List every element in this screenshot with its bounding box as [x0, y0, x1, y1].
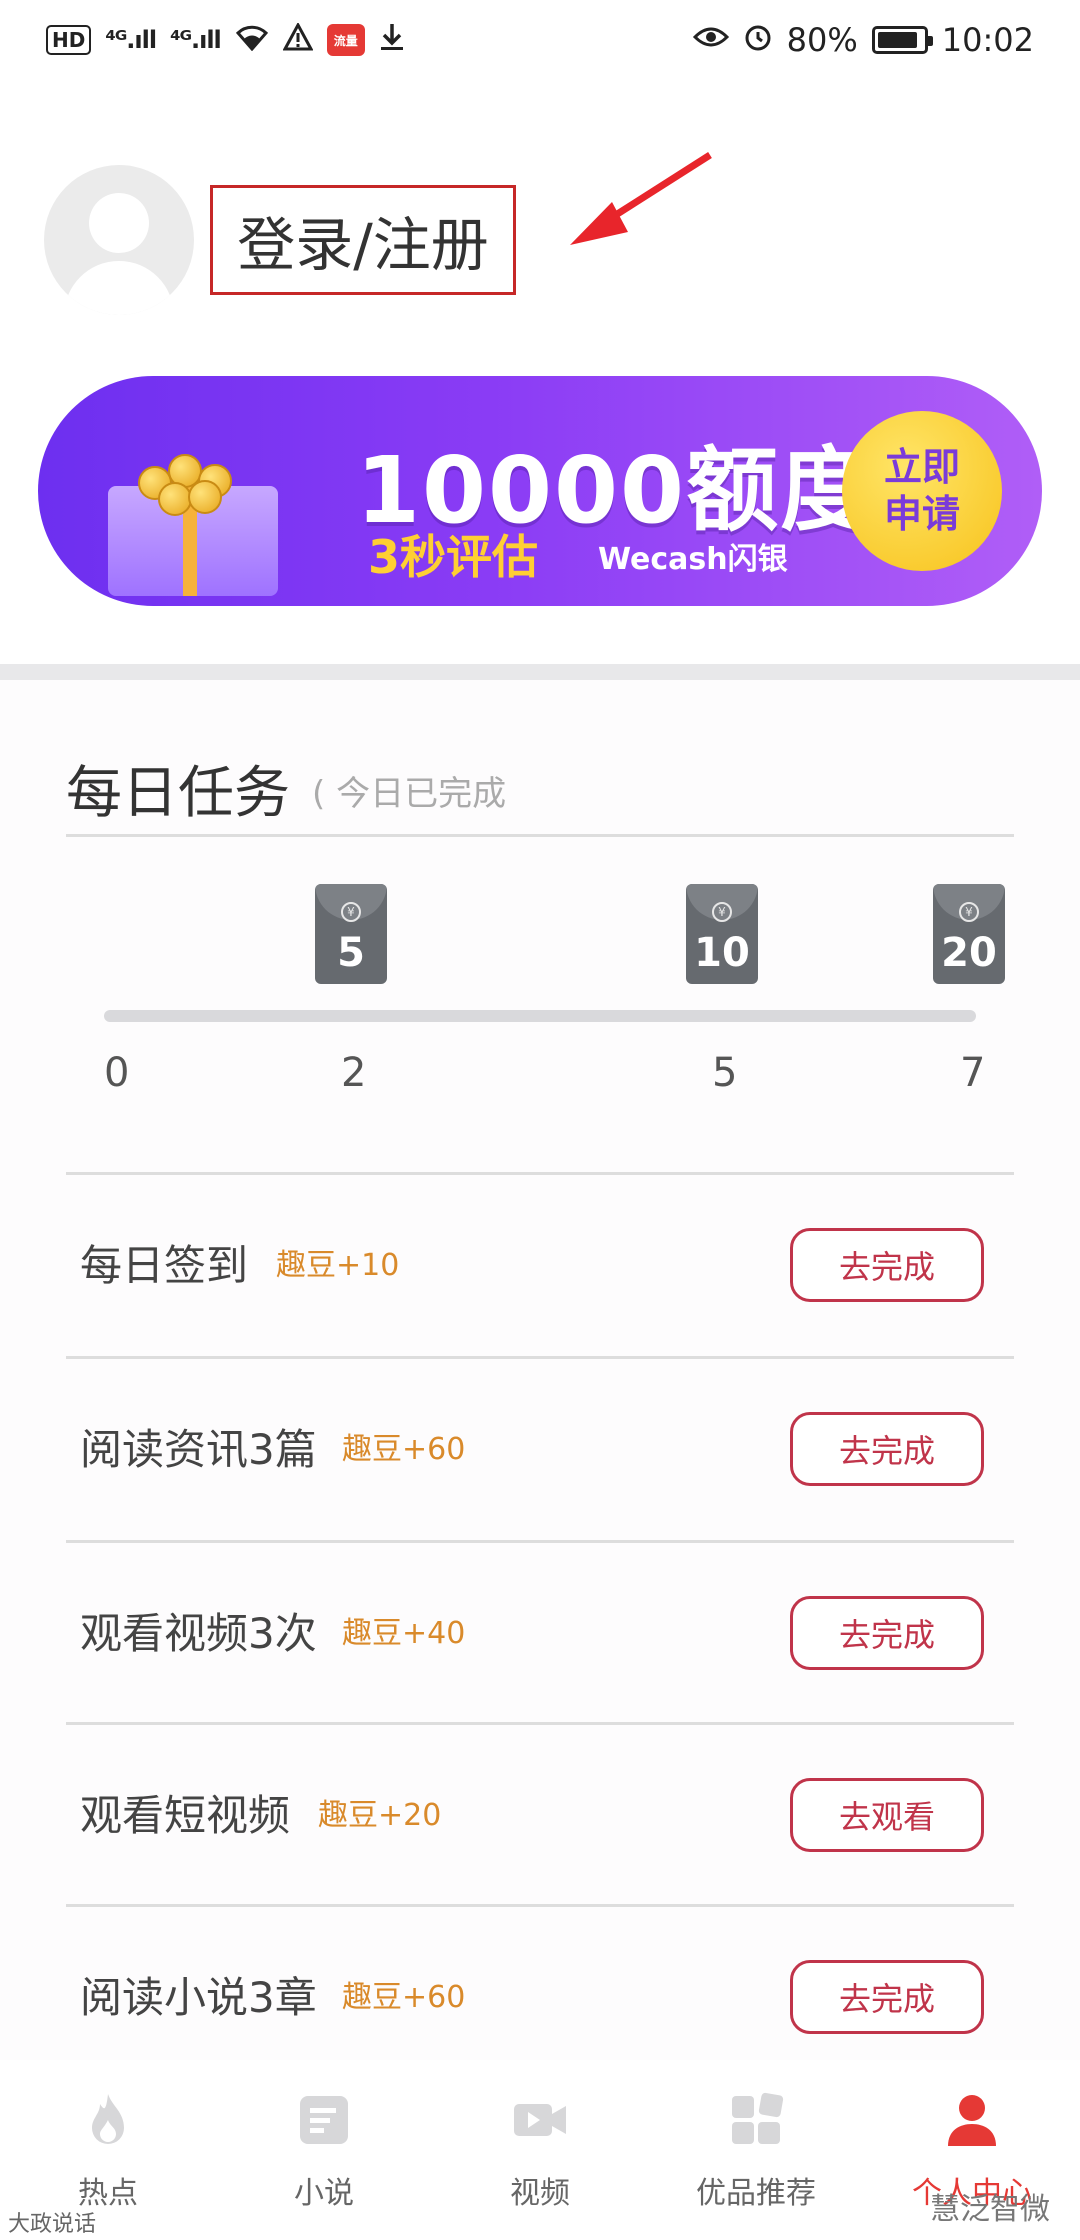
progress-tick: 5 [712, 1050, 738, 1096]
tab-recommend[interactable]: 优品推荐 [648, 2060, 864, 2240]
red-packet-milestone[interactable]: ¥ 10 [686, 884, 758, 984]
annotation-arrow-icon [570, 152, 712, 245]
tab-label: 优品推荐 [696, 2176, 816, 2211]
tab-novel[interactable]: 小说 [216, 2060, 432, 2240]
tab-video[interactable]: 视频 [432, 2060, 648, 2240]
hd-indicator: HD [46, 25, 92, 55]
promo-banner[interactable]: 10000额度 3秒评估 Wecash闪银 立即 申请 [38, 376, 1042, 606]
warning-icon [282, 21, 314, 57]
task-reward: 趣豆+60 [342, 1432, 466, 1467]
task-reward: 趣豆+60 [342, 1980, 466, 2015]
watermark-left: 大政说话 [8, 2212, 97, 2237]
daily-tasks-status: ( 今日已完成 [312, 774, 507, 814]
video-icon [514, 2104, 566, 2136]
profile-header: 登录/注册 [0, 150, 1080, 320]
progress-track [104, 1010, 976, 1022]
login-register-highlight[interactable]: 登录/注册 [210, 185, 516, 295]
signal-2-icon: ⁴ᴳ.ıll [170, 26, 222, 54]
banner-subtitle: 3秒评估 [368, 530, 539, 584]
person-icon [948, 2095, 996, 2146]
apply-now-line2: 申请 [883, 492, 960, 536]
progress-tick: 0 [104, 1050, 130, 1096]
task-action-button[interactable]: 去完成 [790, 1960, 984, 2034]
task-row: 观看视频3次 趣豆+40 去完成 [66, 1542, 1014, 1725]
download-icon [379, 22, 405, 58]
task-reward: 趣豆+10 [276, 1248, 400, 1283]
task-action-button[interactable]: 去完成 [790, 1412, 984, 1486]
banner-brand: Wecash闪银 [598, 542, 788, 577]
task-name: 阅读资讯3篇 [80, 1425, 317, 1474]
watermark-right: 慧泛智微 [930, 2192, 1050, 2227]
battery-percent: 80% [786, 21, 858, 59]
progress-tick: 7 [960, 1050, 986, 1096]
status-left: HD ⁴ᴳ.ıll ⁴ᴳ.ıll 流量 [46, 21, 405, 58]
tab-label: 视频 [510, 2176, 570, 2211]
yen-icon: ¥ [712, 902, 732, 922]
apply-now-line1: 立即 [883, 444, 960, 489]
section-divider [0, 664, 1080, 680]
task-reward: 趣豆+40 [342, 1616, 466, 1651]
book-icon [300, 2096, 348, 2144]
status-bar: HD ⁴ᴳ.ıll ⁴ᴳ.ıll 流量 80% 10:02 [0, 0, 1080, 80]
task-name: 阅读小说3章 [80, 1973, 317, 2022]
yen-icon: ¥ [341, 902, 361, 922]
red-packet-milestone[interactable]: ¥ 5 [315, 884, 387, 984]
clock: 10:02 [941, 21, 1034, 59]
status-right: 80% 10:02 [692, 21, 1034, 59]
avatar[interactable] [44, 165, 194, 315]
task-name: 观看视频3次 [80, 1609, 317, 1658]
apply-now-button[interactable]: 立即 申请 [842, 411, 1002, 571]
task-row: 观看短视频 趣豆+20 去观看 [66, 1724, 1014, 1907]
alarm-icon [743, 22, 773, 58]
task-name: 每日签到 [80, 1241, 249, 1290]
eye-icon [692, 25, 729, 55]
gift-box-icon [98, 446, 288, 596]
task-action-button[interactable]: 去完成 [790, 1596, 984, 1670]
divider [66, 834, 1014, 837]
tab-label: 小说 [294, 2176, 354, 2211]
task-action-button[interactable]: 去观看 [790, 1778, 984, 1852]
task-reward: 趣豆+20 [318, 1798, 442, 1833]
login-register-link[interactable]: 登录/注册 [237, 198, 489, 282]
flame-icon [92, 2094, 124, 2144]
daily-tasks-title: 每日任务 [66, 761, 290, 826]
task-row: 每日签到 趣豆+10 去完成 [66, 1174, 1014, 1357]
progress-tick: 2 [341, 1050, 367, 1096]
bottom-tab-bar: 热点 小说 视频 优品推荐 个人中心 [0, 2060, 1080, 2240]
app-notification-icon: 流量 [326, 24, 365, 56]
red-packet-milestone[interactable]: ¥ 20 [933, 884, 1005, 984]
wifi-icon [235, 23, 269, 57]
task-row: 阅读资讯3篇 趣豆+60 去完成 [66, 1358, 1014, 1541]
task-action-button[interactable]: 去完成 [790, 1228, 984, 1302]
yen-icon: ¥ [959, 902, 979, 922]
battery-icon [871, 26, 933, 54]
grid-icon [732, 2092, 784, 2144]
task-name: 观看短视频 [80, 1791, 291, 1840]
signal-1-icon: ⁴ᴳ.ıll [105, 26, 157, 54]
